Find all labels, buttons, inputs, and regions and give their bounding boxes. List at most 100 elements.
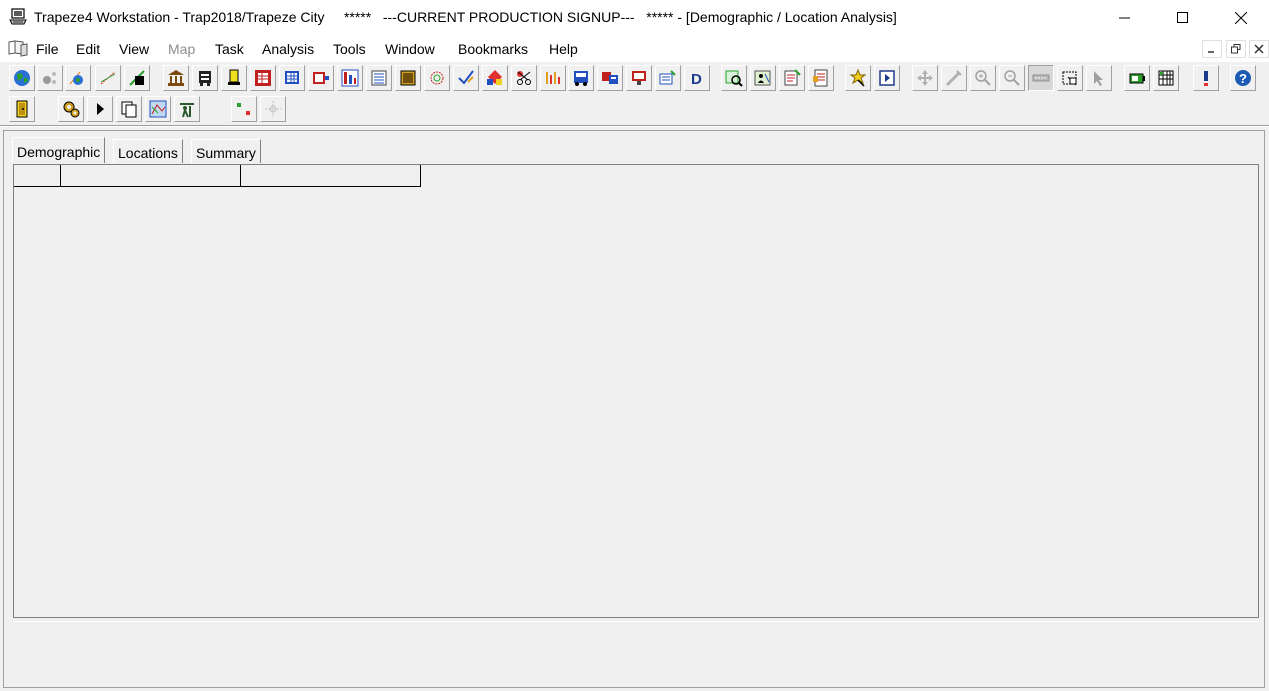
play-window-button[interactable]	[874, 65, 900, 91]
menu-bookmarks[interactable]: Bookmarks	[458, 41, 528, 57]
circle-path-button[interactable]	[424, 65, 450, 91]
map-layers-button[interactable]	[145, 96, 171, 122]
color-blocks-icon	[487, 70, 502, 85]
check-edit-button[interactable]	[453, 65, 479, 91]
menu-bar: File Edit View Map Task Analysis Tools W…	[0, 36, 1269, 62]
gray-nodes-icon	[43, 72, 56, 84]
gears-icon	[63, 101, 80, 118]
bars-icon	[546, 72, 560, 84]
maximize-button[interactable]	[1154, 0, 1212, 36]
app-window: Trapeze4 Workstation - Trap2018/Trapeze …	[0, 0, 1269, 691]
blocks-button[interactable]	[308, 65, 334, 91]
select-area-button[interactable]	[1057, 65, 1083, 91]
transfer-button[interactable]	[597, 65, 623, 91]
mdi-restore-button[interactable]	[1226, 40, 1246, 58]
menu-analysis[interactable]: Analysis	[262, 41, 314, 57]
globe-button[interactable]	[9, 65, 35, 91]
menu-window[interactable]: Window	[385, 41, 435, 57]
tab-demographic[interactable]: Demographic	[12, 137, 106, 163]
grid-column-2[interactable]	[241, 165, 420, 186]
garage-icon	[199, 71, 211, 86]
tab-locations[interactable]: Locations	[113, 139, 183, 163]
help-button[interactable]: ?	[1230, 65, 1256, 91]
people-walk-button[interactable]	[174, 96, 200, 122]
blocks-icon	[313, 72, 329, 84]
maximize-icon	[1177, 12, 1188, 23]
title-bar[interactable]: Trapeze4 Workstation - Trap2018/Trapeze …	[0, 0, 1269, 36]
monitor-button[interactable]	[626, 65, 652, 91]
minimize-button[interactable]	[1096, 0, 1154, 36]
star-pin-button[interactable]	[845, 65, 871, 91]
menu-tools[interactable]: Tools	[333, 41, 366, 57]
window-title: Trapeze4 Workstation - Trap2018/Trapeze …	[34, 9, 897, 25]
list-button[interactable]	[366, 65, 392, 91]
vehicle-edit-button[interactable]	[655, 65, 681, 91]
pan-button[interactable]	[912, 65, 938, 91]
book-button[interactable]	[395, 65, 421, 91]
grid-row-header-column[interactable]	[14, 165, 61, 186]
exit-door-button[interactable]	[9, 96, 35, 122]
map-layers-icon	[149, 100, 167, 118]
map-stops-button[interactable]	[65, 65, 91, 91]
pattern-button[interactable]	[124, 65, 150, 91]
tab-summary[interactable]: Summary	[191, 139, 261, 163]
transfer-icon	[602, 72, 618, 84]
grid-column-1[interactable]	[61, 165, 241, 186]
battery-button[interactable]	[1124, 65, 1150, 91]
route-lines-button[interactable]	[95, 65, 121, 91]
menu-help[interactable]: Help	[549, 41, 578, 57]
gray-nodes-button[interactable]	[37, 65, 63, 91]
menu-map[interactable]: Map	[168, 41, 195, 57]
gears-button[interactable]	[58, 96, 84, 122]
garage-button[interactable]	[192, 65, 218, 91]
zoom-in-button[interactable]	[970, 65, 996, 91]
menu-task[interactable]: Task	[215, 41, 244, 57]
pointer-icon	[1094, 71, 1103, 86]
runs-button[interactable]	[279, 65, 305, 91]
pointer-button[interactable]	[1086, 65, 1112, 91]
pan-icon	[917, 70, 933, 86]
d-button[interactable]: D	[684, 65, 710, 91]
app-computer-icon	[9, 8, 27, 25]
menu-view[interactable]: View	[119, 41, 149, 57]
alert-icon	[1204, 71, 1208, 86]
copy-pages-icon	[121, 101, 137, 118]
report-icon	[813, 69, 828, 87]
trip-chart-button[interactable]	[337, 65, 363, 91]
play-icon	[97, 103, 104, 115]
calendar-grid-icon	[1158, 70, 1174, 86]
bus-button[interactable]	[568, 65, 594, 91]
notes-button[interactable]	[779, 65, 805, 91]
monitor-icon	[632, 71, 646, 85]
map-people-button[interactable]	[750, 65, 776, 91]
measure-button[interactable]	[941, 65, 967, 91]
schedule-grid-button[interactable]	[250, 65, 276, 91]
map-search-button[interactable]	[721, 65, 747, 91]
zoom-out-button[interactable]	[999, 65, 1025, 91]
menu-edit[interactable]: Edit	[76, 41, 100, 57]
bars-button[interactable]	[540, 65, 566, 91]
dots-color-button[interactable]	[231, 96, 257, 122]
map-search-icon	[725, 70, 743, 87]
dots-color-icon	[237, 103, 250, 115]
color-blocks-button[interactable]	[482, 65, 508, 91]
mdi-minimize-button[interactable]	[1202, 40, 1222, 58]
play-button[interactable]	[87, 96, 113, 122]
alert-button[interactable]	[1193, 65, 1219, 91]
calendar-grid-button[interactable]	[1153, 65, 1179, 91]
scissors-button[interactable]	[511, 65, 537, 91]
street-button[interactable]	[1028, 65, 1054, 91]
book-icon	[400, 70, 416, 86]
split-node-button[interactable]	[260, 96, 286, 122]
close-button[interactable]	[1212, 0, 1269, 36]
list-icon	[371, 70, 387, 86]
tab-demographic-label: Demographic	[17, 144, 101, 160]
building-button[interactable]	[163, 65, 189, 91]
bell-button[interactable]	[221, 65, 247, 91]
menu-file[interactable]: File	[36, 41, 59, 57]
report-button[interactable]	[808, 65, 834, 91]
copy-pages-button[interactable]	[116, 96, 142, 122]
measure-icon	[945, 70, 962, 87]
document-window-icon[interactable]	[7, 39, 29, 57]
mdi-close-button[interactable]	[1249, 40, 1269, 58]
